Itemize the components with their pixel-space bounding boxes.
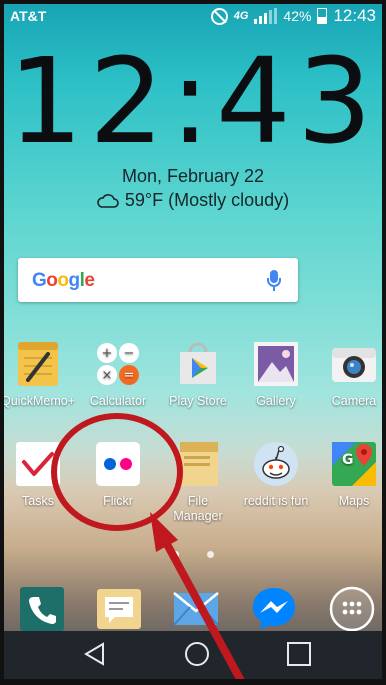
annotation-overlay [51, 413, 248, 685]
highlight-circle [51, 413, 183, 531]
arrow-shaft [158, 533, 248, 685]
arrow-head [150, 512, 178, 552]
home-screen: AT&T 4G 42% 12:43 12:43 Mon, February 22… [0, 0, 386, 685]
